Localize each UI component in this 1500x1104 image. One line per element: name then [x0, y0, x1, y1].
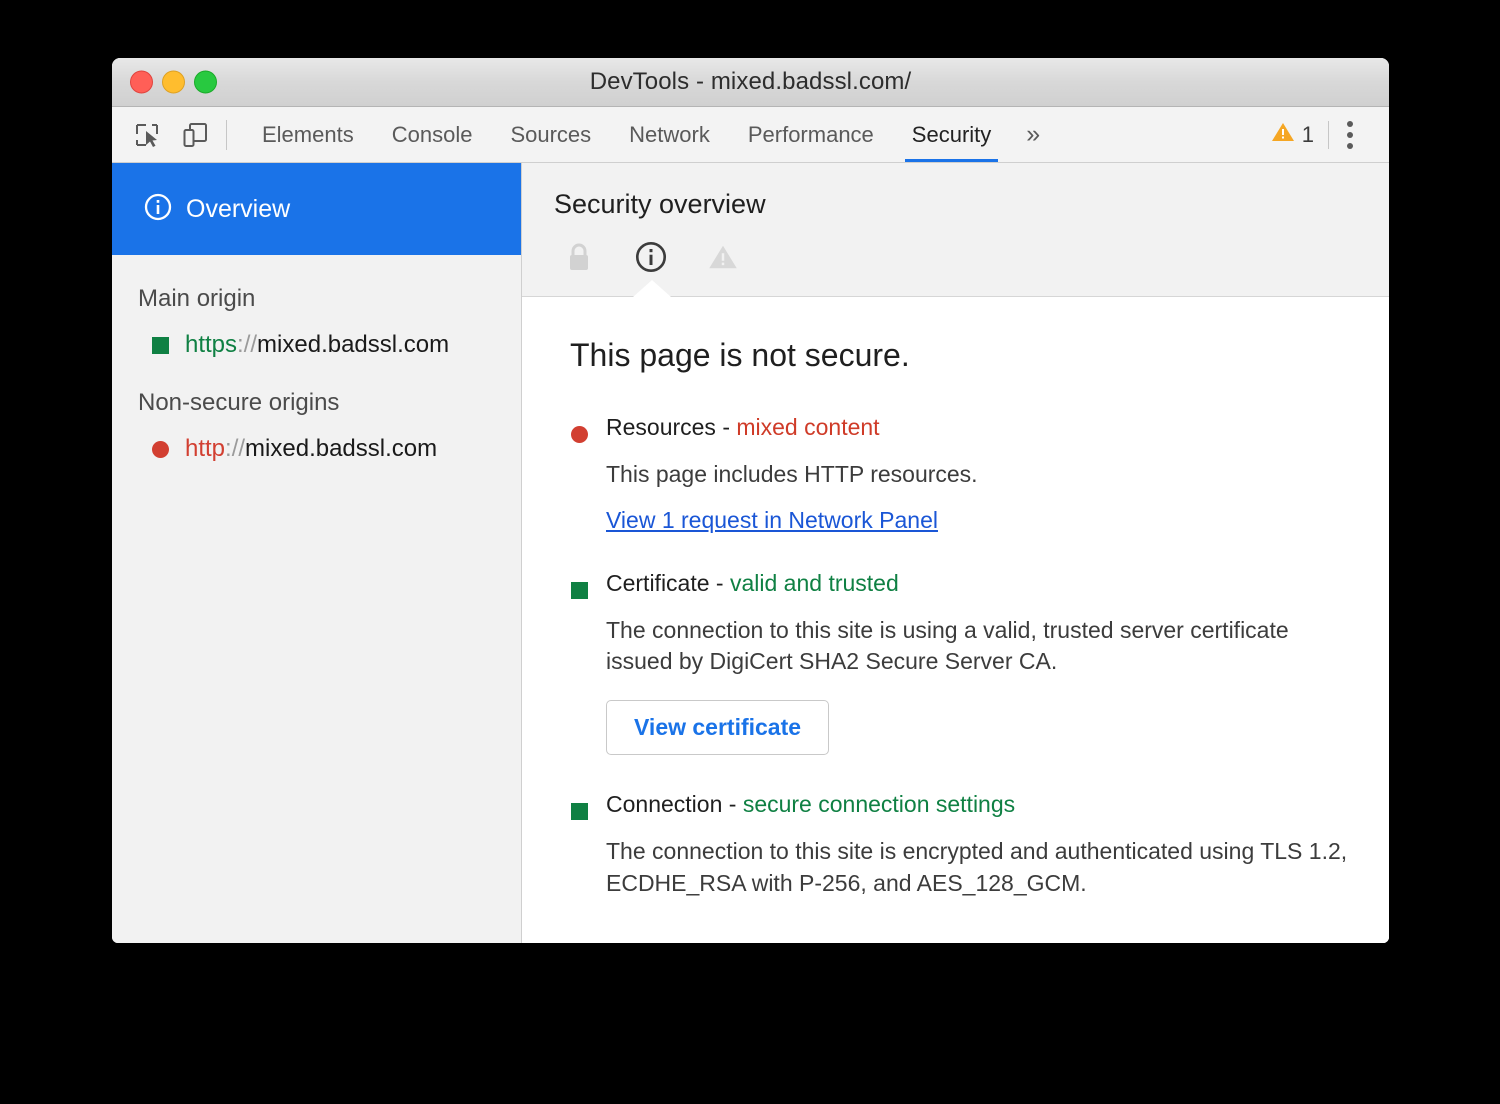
explanation-title-state: mixed content [736, 414, 879, 440]
window-title: DevTools - mixed.badssl.com/ [112, 68, 1389, 96]
explanation-text: This page includes HTTP resources. [606, 459, 1349, 491]
view-requests-link[interactable]: View 1 request in Network Panel [606, 507, 938, 534]
window-titlebar: DevTools - mixed.badssl.com/ [112, 58, 1389, 107]
security-state-icon-row [522, 220, 1389, 296]
tab-elements-label: Elements [262, 122, 354, 148]
warning-triangle-icon [1271, 120, 1295, 149]
warning-count: 1 [1302, 122, 1314, 148]
explanation-marker [554, 414, 606, 534]
tab-sources-label: Sources [510, 122, 591, 148]
origin-host: mixed.badssl.com [257, 331, 449, 358]
explanation-connection: Connection - secure connection settings … [522, 791, 1389, 899]
explanation-title-main: Certificate - [606, 570, 730, 596]
origin-scheme: http [185, 435, 225, 462]
explanation-title-state: secure connection settings [743, 791, 1015, 817]
tab-security[interactable]: Security [893, 107, 1010, 162]
security-explanations: This page is not secure. Resources - mix… [522, 297, 1389, 943]
toolbar-divider [226, 120, 227, 150]
security-main-panel: Security overview [522, 163, 1389, 943]
sidebar-origin-http-label: http://mixed.badssl.com [185, 435, 437, 463]
tab-network-label: Network [629, 122, 710, 148]
lock-icon[interactable] [562, 240, 596, 274]
traffic-light-controls [130, 71, 217, 94]
explanation-marker [554, 570, 606, 755]
toolbar-left-icons [130, 118, 212, 152]
devtools-toolbar: Elements Console Sources Network Perform… [112, 107, 1389, 163]
insecure-circle-icon [571, 426, 588, 443]
warning-indicator[interactable]: 1 [1271, 120, 1328, 149]
maximize-window-button[interactable] [194, 71, 217, 94]
tab-performance[interactable]: Performance [729, 107, 893, 162]
explanation-resources: Resources - mixed content This page incl… [522, 414, 1389, 534]
kebab-dot [1347, 143, 1353, 149]
explanation-title-state: valid and trusted [730, 570, 899, 596]
security-sidebar: Overview Main origin https://mixed.badss… [112, 163, 522, 943]
sidebar-group-non-secure-title: Non-secure origins [112, 359, 521, 417]
close-window-button[interactable] [130, 71, 153, 94]
origin-separator: :// [237, 331, 257, 358]
explanation-body: Resources - mixed content This page incl… [606, 414, 1389, 534]
view-certificate-button[interactable]: View certificate [606, 700, 829, 755]
warning-triangle-icon[interactable] [706, 240, 740, 274]
sidebar-item-overview-label: Overview [186, 195, 290, 224]
explanation-title-main: Connection - [606, 791, 743, 817]
explanation-text: The connection to this site is encrypted… [606, 836, 1349, 899]
tab-network[interactable]: Network [610, 107, 729, 162]
tab-sources[interactable]: Sources [491, 107, 610, 162]
info-circle-icon[interactable] [634, 240, 668, 274]
sidebar-group-main-origin-title: Main origin [112, 255, 521, 313]
kebab-dot [1347, 132, 1353, 138]
selected-state-pointer [633, 280, 671, 297]
sidebar-item-overview[interactable]: Overview [112, 163, 521, 255]
origin-scheme: https [185, 331, 237, 358]
devtools-body: Overview Main origin https://mixed.badss… [112, 163, 1389, 943]
devtools-window: DevTools - mixed.badssl.com/ [112, 58, 1389, 943]
page-title: Security overview [522, 189, 1389, 220]
explanation-title: Connection - secure connection settings [606, 791, 1349, 818]
screenshot-stage: DevTools - mixed.badssl.com/ [0, 0, 1500, 1104]
security-overview-header: Security overview [522, 163, 1389, 297]
explanation-certificate: Certificate - valid and trusted The conn… [522, 570, 1389, 755]
secure-square-icon [571, 582, 588, 599]
security-headline: This page is not secure. [522, 337, 1389, 374]
kebab-dot [1347, 121, 1353, 127]
explanation-body: Certificate - valid and trusted The conn… [606, 570, 1389, 755]
sidebar-origin-https-label: https://mixed.badssl.com [185, 331, 449, 359]
tab-elements[interactable]: Elements [243, 107, 373, 162]
devtools-tab-list: Elements Console Sources Network Perform… [243, 107, 1054, 162]
sidebar-origin-http[interactable]: http://mixed.badssl.com [112, 417, 521, 463]
inspect-element-icon[interactable] [130, 118, 164, 152]
toolbar-right-group: 1 [1271, 120, 1389, 149]
tab-security-label: Security [912, 122, 991, 148]
explanation-title-main: Resources - [606, 414, 736, 440]
explanation-marker [554, 791, 606, 899]
sidebar-origin-https[interactable]: https://mixed.badssl.com [112, 313, 521, 359]
minimize-window-button[interactable] [162, 71, 185, 94]
insecure-circle-icon [152, 441, 169, 458]
explanation-title: Resources - mixed content [606, 414, 1349, 441]
main-menu-kebab-icon[interactable] [1329, 121, 1371, 149]
origin-host: mixed.badssl.com [245, 435, 437, 462]
explanation-title: Certificate - valid and trusted [606, 570, 1349, 597]
tab-console-label: Console [392, 122, 473, 148]
more-tabs-chevron-icon[interactable]: » [1010, 107, 1054, 162]
tab-console[interactable]: Console [373, 107, 492, 162]
explanation-text: The connection to this site is using a v… [606, 615, 1349, 678]
secure-square-icon [571, 803, 588, 820]
device-toolbar-icon[interactable] [178, 118, 212, 152]
origin-separator: :// [225, 435, 245, 462]
info-circle-icon [144, 193, 172, 226]
explanation-body: Connection - secure connection settings … [606, 791, 1389, 899]
secure-square-icon [152, 337, 169, 354]
tab-performance-label: Performance [748, 122, 874, 148]
